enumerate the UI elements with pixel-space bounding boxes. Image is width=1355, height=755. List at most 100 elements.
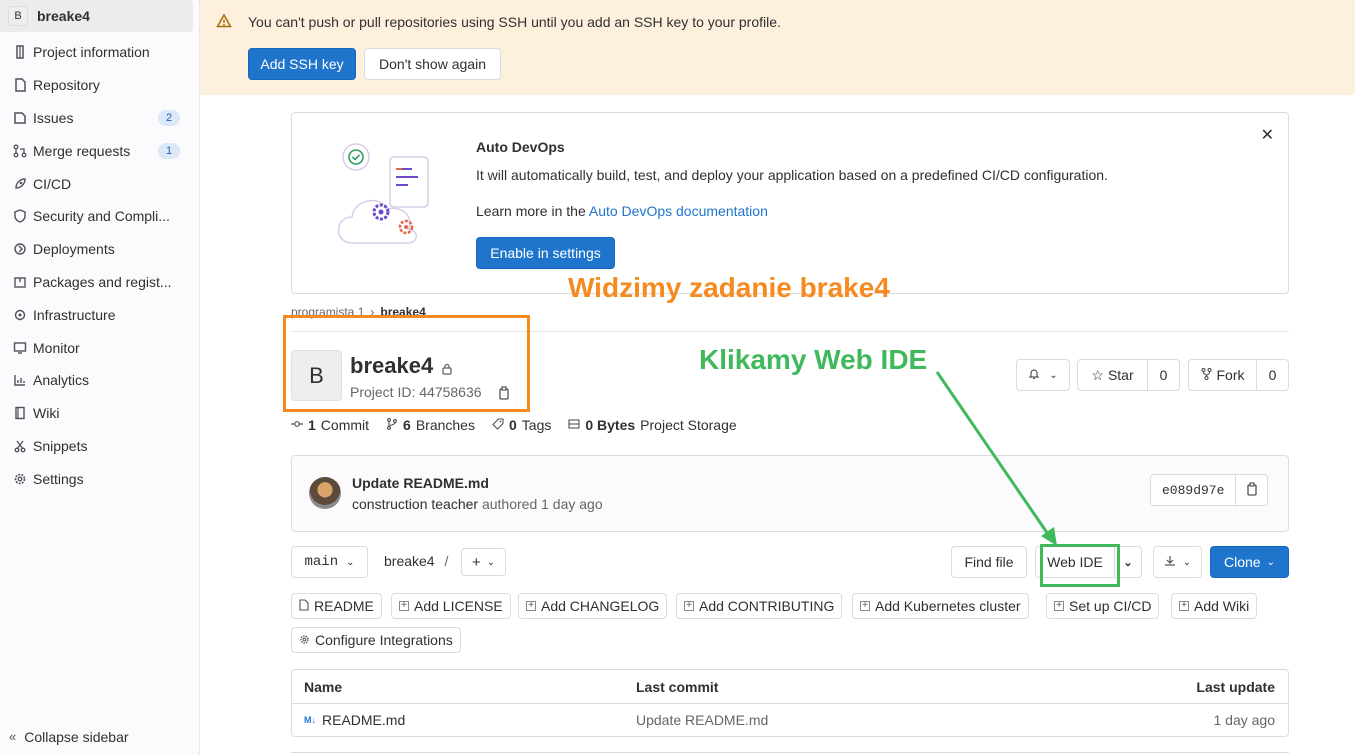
- column-header-last-update: Last update: [1196, 679, 1275, 695]
- plus-square-icon: +: [684, 601, 694, 611]
- stat-branches-count: 6: [403, 417, 411, 433]
- sidebar-item-wiki[interactable]: Wiki: [0, 398, 193, 428]
- deployments-icon: [12, 241, 28, 257]
- add-contributing-button[interactable]: + Add CONTRIBUTING: [676, 593, 843, 619]
- commit-author[interactable]: construction teacher: [352, 496, 478, 512]
- sidebar-item-cicd[interactable]: CI/CD: [0, 169, 193, 199]
- repo-path-root[interactable]: breake4: [384, 553, 435, 569]
- enable-in-settings-button[interactable]: Enable in settings: [476, 237, 615, 269]
- stat-tags-label: Tags: [521, 417, 552, 433]
- stat-branches[interactable]: 6 Branches: [386, 417, 475, 433]
- avatar[interactable]: [309, 477, 341, 509]
- commit-meta: construction teacher authored 1 day ago: [352, 496, 603, 512]
- add-kubernetes-cluster-button[interactable]: + Add Kubernetes cluster: [852, 593, 1029, 619]
- sidebar-item-label: Deployments: [33, 241, 115, 257]
- fork-button[interactable]: Fork: [1188, 359, 1257, 391]
- sidebar-project-header[interactable]: B breake4: [0, 0, 193, 32]
- close-icon[interactable]: ✕: [1261, 125, 1274, 145]
- stat-commits-count: 1: [308, 417, 316, 433]
- add-changelog-button[interactable]: + Add CHANGELOG: [518, 593, 668, 619]
- plus-square-icon: +: [526, 601, 536, 611]
- issues-count-badge: 2: [158, 110, 180, 126]
- auto-devops-card: Auto DevOps It will automatically build,…: [291, 112, 1289, 294]
- sidebar-item-label: Wiki: [33, 405, 60, 421]
- configure-integrations-button[interactable]: Configure Integrations: [291, 627, 461, 653]
- sidebar-item-analytics[interactable]: Analytics: [0, 365, 193, 395]
- add-to-tree-button[interactable]: + ⌄: [461, 548, 506, 576]
- commit-icon: [291, 417, 303, 433]
- column-header-last-commit: Last commit: [636, 679, 719, 695]
- copy-sha-button[interactable]: [1236, 474, 1269, 506]
- sidebar-project-name: breake4: [37, 8, 90, 24]
- issues-icon: [12, 110, 28, 126]
- stat-tags[interactable]: 0 Tags: [492, 417, 551, 433]
- sidebar-item-deployments[interactable]: Deployments: [0, 234, 193, 264]
- doc-icon: [299, 598, 309, 614]
- quick-action-label: Set up CI/CD: [1069, 598, 1152, 614]
- notification-settings-button[interactable]: ⌄: [1016, 359, 1070, 391]
- quick-action-label: Configure Integrations: [315, 632, 453, 648]
- sidebar-item-packages[interactable]: Packages and regist...: [0, 267, 193, 297]
- add-ssh-key-button[interactable]: Add SSH key: [248, 48, 356, 80]
- package-icon: [12, 274, 28, 290]
- gear-icon: [12, 471, 28, 487]
- clone-button[interactable]: Clone ⌄: [1210, 546, 1289, 578]
- sidebar-item-label: Monitor: [33, 340, 80, 356]
- commit-authored-time: authored 1 day ago: [481, 496, 603, 512]
- table-row[interactable]: M↓ README.md Update README.md 1 day ago: [292, 704, 1288, 737]
- chevron-down-icon: ⌄: [1182, 556, 1192, 568]
- chevron-down-icon: ⌄: [346, 556, 355, 568]
- last-commit-card: Update README.md construction teacher au…: [291, 455, 1289, 532]
- chevron-down-icon: ⌄: [1049, 369, 1058, 381]
- sidebar-item-issues[interactable]: Issues 2: [0, 103, 193, 133]
- plus-square-icon: +: [399, 601, 409, 611]
- fork-count[interactable]: 0: [1256, 359, 1289, 391]
- sidebar-item-label: Merge requests: [33, 143, 131, 159]
- annotation-green-text: Klikamy Web IDE: [699, 344, 928, 375]
- sidebar-item-snippets[interactable]: Snippets: [0, 431, 193, 461]
- markdown-icon: M↓: [304, 715, 316, 725]
- star-button[interactable]: ☆ Star: [1077, 359, 1148, 391]
- stat-branches-label: Branches: [415, 417, 475, 433]
- branch-selector[interactable]: main ⌄: [291, 546, 368, 578]
- merge-requests-count-badge: 1: [158, 143, 180, 159]
- path-separator: /: [444, 553, 449, 569]
- add-wiki-button[interactable]: + Add Wiki: [1171, 593, 1258, 619]
- sidebar-item-label: Repository: [33, 77, 100, 93]
- sidebar: B breake4 Project information Repository…: [0, 0, 200, 755]
- annotation-orange-text: Widzimy zadanie brake4: [568, 272, 890, 303]
- dont-show-again-button[interactable]: Don't show again: [364, 48, 501, 80]
- sidebar-item-settings[interactable]: Settings: [0, 464, 193, 494]
- sidebar-item-repository[interactable]: Repository: [0, 70, 193, 100]
- monitor-icon: [12, 340, 28, 356]
- find-file-button[interactable]: Find file: [951, 546, 1027, 578]
- download-button[interactable]: ⌄: [1153, 546, 1202, 578]
- auto-devops-docs-link[interactable]: Auto DevOps documentation: [589, 203, 768, 219]
- fork-button-group: Fork 0: [1188, 359, 1289, 391]
- sidebar-item-monitor[interactable]: Monitor: [0, 333, 193, 363]
- stat-commits[interactable]: 1 Commit: [291, 417, 369, 433]
- file-name-cell[interactable]: M↓ README.md: [304, 712, 405, 728]
- commit-title[interactable]: Update README.md: [352, 475, 489, 491]
- star-button-group: ☆ Star 0: [1077, 359, 1180, 391]
- sidebar-item-infrastructure[interactable]: Infrastructure: [0, 300, 193, 330]
- star-count[interactable]: 0: [1147, 359, 1180, 391]
- plus-square-icon: +: [860, 601, 870, 611]
- sidebar-item-security[interactable]: Security and Compli...: [0, 201, 193, 231]
- collapse-sidebar-button[interactable]: « Collapse sidebar: [0, 717, 199, 755]
- sidebar-item-label: Analytics: [33, 372, 90, 388]
- download-icon: [1164, 554, 1176, 570]
- sidebar-item-project-information[interactable]: Project information: [0, 37, 193, 67]
- commit-sha[interactable]: e089d97e: [1150, 474, 1237, 506]
- star-icon: ☆: [1091, 366, 1104, 383]
- stat-tags-count: 0: [508, 417, 517, 433]
- warning-icon: [216, 13, 232, 32]
- readme-button[interactable]: README: [291, 593, 382, 619]
- sidebar-item-merge-requests[interactable]: Merge requests 1: [0, 136, 193, 166]
- set-up-cicd-button[interactable]: + Set up CI/CD: [1046, 593, 1160, 619]
- table-header: Name Last commit Last update: [292, 670, 1288, 704]
- learn-more-prefix: Learn more in the: [476, 203, 586, 219]
- file-last-commit[interactable]: Update README.md: [636, 712, 768, 728]
- add-license-button[interactable]: + Add LICENSE: [391, 593, 511, 619]
- quick-action-label: Add CHANGELOG: [541, 598, 660, 614]
